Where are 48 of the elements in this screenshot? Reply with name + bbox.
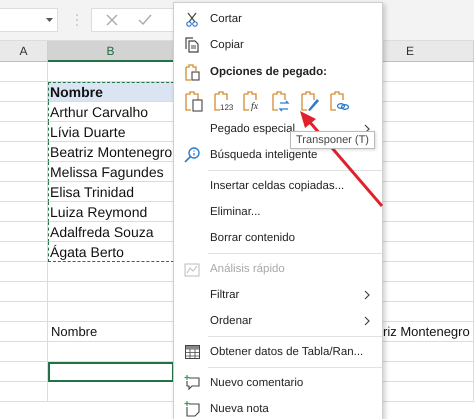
menu-item[interactable]: Búsqueda inteligente xyxy=(210,149,318,161)
table-cell xyxy=(0,242,48,262)
menu-item[interactable]: Nueva nota xyxy=(210,403,269,415)
table-cell xyxy=(0,162,48,182)
section-title: Opciones de pegado: xyxy=(210,66,327,78)
menu-item[interactable]: Nuevo comentario xyxy=(210,377,304,389)
note-icon xyxy=(184,401,200,417)
table-cell xyxy=(0,282,48,302)
menu-item[interactable]: Filtrar xyxy=(210,289,240,301)
dropdown-icon xyxy=(46,18,53,22)
table-cell xyxy=(0,102,48,122)
tooltip: Transponer (T) xyxy=(290,131,375,149)
clipboard-icon xyxy=(184,64,200,80)
table-icon xyxy=(184,345,200,359)
table-cell xyxy=(0,202,48,222)
table-cell: Nombre xyxy=(48,82,174,102)
cancel-icon[interactable] xyxy=(106,14,118,26)
paste-option[interactable] xyxy=(184,90,205,112)
search-icon xyxy=(184,147,200,163)
paste-option[interactable]: 123 xyxy=(213,90,234,112)
table-cell xyxy=(0,382,48,402)
menu-item[interactable]: Ordenar xyxy=(210,315,252,327)
paste-option[interactable] xyxy=(300,90,321,112)
menu-item[interactable]: Obtener datos de Tabla/Ran... xyxy=(210,346,364,358)
check-icon[interactable] xyxy=(138,14,152,26)
table-cell xyxy=(0,122,48,142)
table-cell xyxy=(0,142,48,162)
table-cell xyxy=(0,222,48,242)
menu-item[interactable]: Insertar celdas copiadas... xyxy=(210,180,344,192)
copy-icon xyxy=(184,37,200,53)
paste-option[interactable] xyxy=(329,90,350,112)
table-cell xyxy=(0,262,48,282)
column-header[interactable]: B xyxy=(48,41,174,62)
scissors-icon xyxy=(186,12,198,26)
comment-icon xyxy=(184,375,200,391)
menu-item[interactable]: Cortar xyxy=(210,13,242,25)
menu-item[interactable]: Copiar xyxy=(210,39,244,51)
menu-item[interactable]: Borrar contenido xyxy=(210,232,296,244)
table-cell xyxy=(0,342,48,362)
chart-icon xyxy=(184,262,200,276)
menu-item[interactable]: Eliminar... xyxy=(210,206,260,218)
table-cell xyxy=(0,182,48,202)
table-cell xyxy=(0,322,48,342)
paste-option[interactable]: fx xyxy=(242,90,263,112)
table-cell xyxy=(0,302,48,322)
table-cell xyxy=(0,362,48,382)
paste-option[interactable] xyxy=(271,90,292,112)
column-header[interactable]: A xyxy=(0,41,48,62)
